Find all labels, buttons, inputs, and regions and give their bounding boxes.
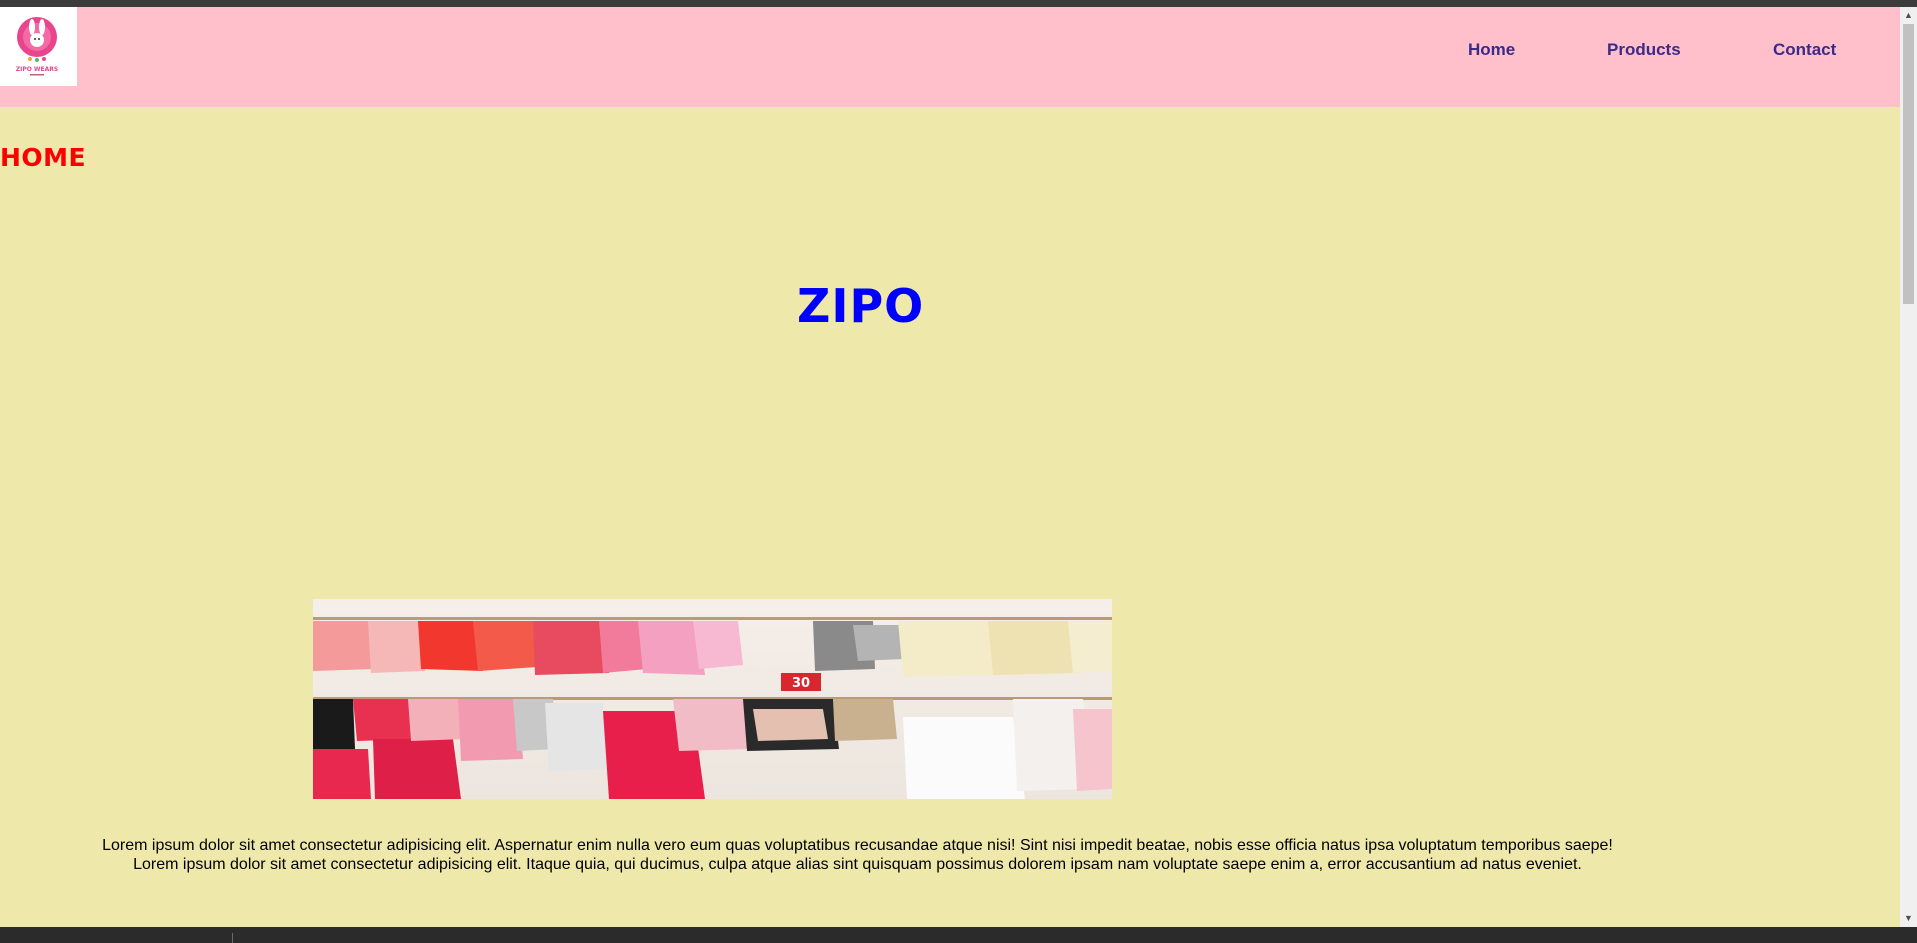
scrollbar-thumb[interactable] xyxy=(1903,24,1914,304)
section-heading-home: HOME xyxy=(0,143,87,172)
intro-paragraph-line-1: Lorem ipsum dolor sit amet consectetur a… xyxy=(102,837,1613,854)
os-taskbar xyxy=(0,927,1917,943)
hero-image-clothing-rack: 30 xyxy=(313,599,1112,799)
hero-price-badge: 30 xyxy=(792,676,810,691)
browser-screen: ZIPO WEARS Home Products Contact HOME ZI… xyxy=(0,0,1917,943)
taskbar-divider xyxy=(232,933,233,943)
scroll-up-arrow-icon[interactable]: ▲ xyxy=(1900,7,1917,24)
scroll-down-arrow-icon[interactable]: ▼ xyxy=(1900,910,1917,927)
nav-contact-link[interactable]: Contact xyxy=(1773,40,1836,60)
nav-home-link[interactable]: Home xyxy=(1468,40,1515,60)
brand-title: ZIPO xyxy=(797,279,925,333)
nav-products-link[interactable]: Products xyxy=(1607,40,1681,60)
intro-paragraph: Lorem ipsum dolor sit amet consectetur a… xyxy=(0,836,1715,874)
zipo-wears-logo-icon[interactable]: ZIPO WEARS xyxy=(0,7,77,86)
intro-paragraph-line-2: Lorem ipsum dolor sit amet consectetur a… xyxy=(133,856,1582,873)
page-scrollbar[interactable]: ▲ ▼ xyxy=(1900,7,1917,927)
browser-top-strip xyxy=(0,0,1917,7)
site-header: ZIPO WEARS Home Products Contact xyxy=(0,7,1900,107)
logo-text: ZIPO WEARS xyxy=(16,66,58,73)
page-viewport: ZIPO WEARS Home Products Contact HOME ZI… xyxy=(0,7,1900,927)
